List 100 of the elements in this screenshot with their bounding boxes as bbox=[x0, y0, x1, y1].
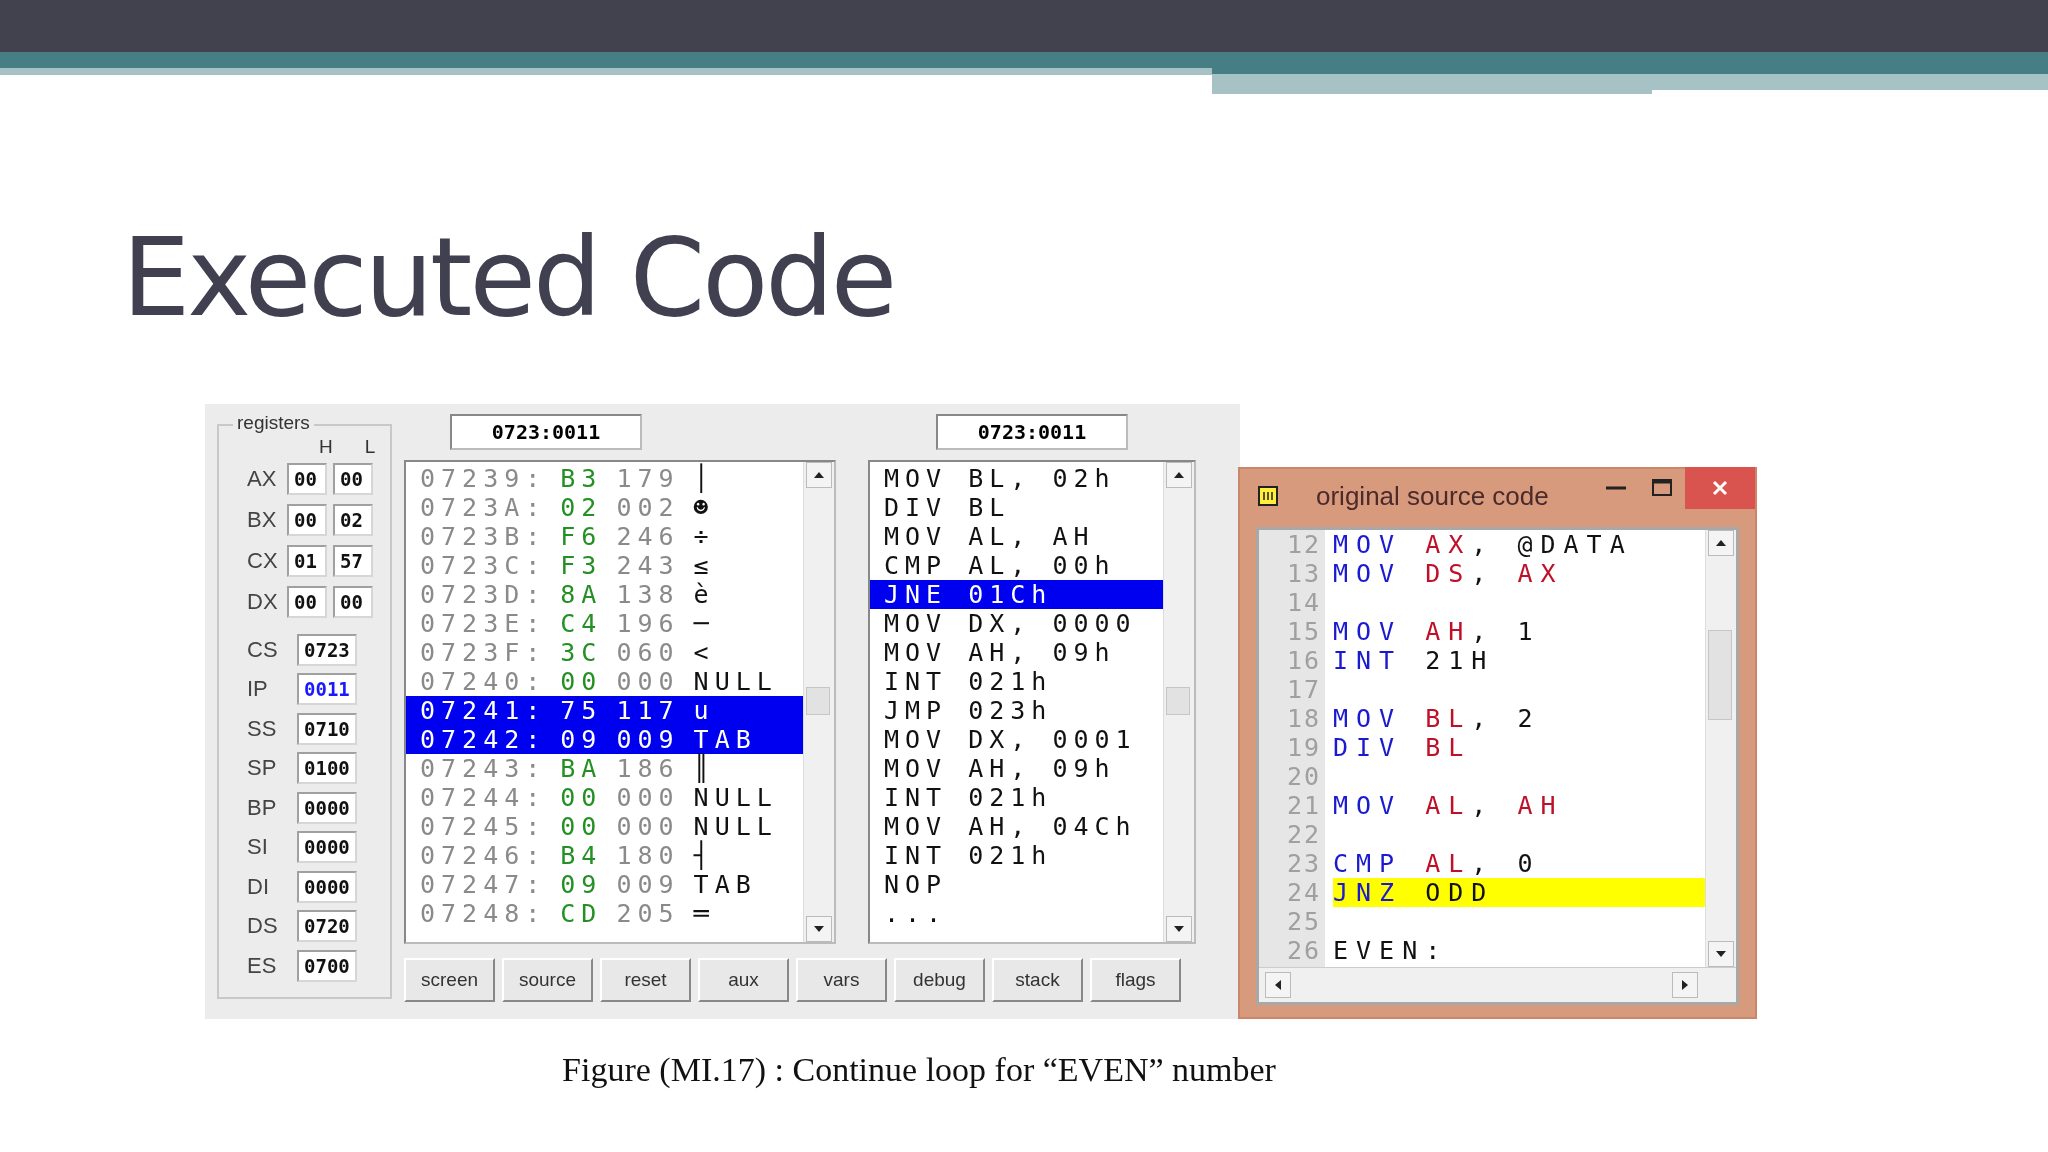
register-field[interactable]: 0000 bbox=[297, 791, 357, 824]
toolbar-button[interactable]: flags bbox=[1090, 958, 1181, 1002]
memory-address: 07247: bbox=[420, 870, 547, 899]
memory-hex: 09 bbox=[560, 725, 603, 754]
code-line: EVEN: bbox=[1333, 936, 1450, 965]
line-number: 12 bbox=[1285, 530, 1322, 559]
memory-row[interactable]: 07240: 00 000 NULL bbox=[406, 667, 803, 696]
instruction-text: MOV AH, 09h bbox=[884, 754, 1116, 783]
toolbar-button[interactable]: source bbox=[502, 958, 593, 1002]
address-field[interactable]: 0723:0011 bbox=[450, 414, 642, 450]
toolbar-button[interactable]: screen bbox=[404, 958, 495, 1002]
scroll-thumb[interactable] bbox=[1708, 630, 1732, 720]
line-number: 18 bbox=[1285, 704, 1322, 733]
toolbar-button[interactable]: vars bbox=[796, 958, 887, 1002]
toolbar-button[interactable]: stack bbox=[992, 958, 1083, 1002]
line-number: 26 bbox=[1285, 936, 1322, 965]
line-number: 24 bbox=[1285, 878, 1322, 907]
instruction-row[interactable]: INT 021h bbox=[870, 841, 1163, 870]
memory-row[interactable]: 0723A: 02 002 ☻ bbox=[406, 493, 803, 522]
memory-row[interactable]: 07247: 09 009 TAB bbox=[406, 870, 803, 899]
memory-row[interactable]: 0723B: F6 246 ÷ bbox=[406, 522, 803, 551]
register-field[interactable]: 0000 bbox=[297, 870, 357, 903]
memory-char: │ bbox=[693, 464, 715, 493]
instruction-row[interactable]: CMP AL, 00h bbox=[870, 551, 1163, 580]
register-field[interactable]: 0100 bbox=[297, 752, 357, 785]
instruction-row[interactable]: NOP bbox=[870, 870, 1163, 899]
instruction-row[interactable]: ... bbox=[870, 899, 1163, 928]
instruction-row[interactable]: JNE 01Ch bbox=[870, 580, 1163, 609]
instruction-text: INT 021h bbox=[884, 841, 1053, 870]
figure-caption: Figure (MI.17) : Continue loop for “EVEN” number bbox=[561, 1051, 1277, 1089]
register-field[interactable]: 0700 bbox=[297, 949, 357, 982]
maximize-icon bbox=[1651, 477, 1673, 499]
line-number: 25 bbox=[1285, 907, 1322, 936]
toolbar-button[interactable]: reset bbox=[600, 958, 691, 1002]
memory-decimal: 000 bbox=[616, 667, 680, 696]
register-field[interactable]: 00 bbox=[287, 503, 327, 536]
code-line: MOV DS, AX bbox=[1333, 559, 1565, 588]
memory-address: 07244: bbox=[420, 783, 547, 812]
toolbar-button[interactable]: debug bbox=[894, 958, 985, 1002]
memory-address: 07246: bbox=[420, 841, 547, 870]
register-name: BX bbox=[246, 506, 278, 533]
register-field[interactable]: 00 bbox=[287, 585, 327, 618]
instruction-text: CMP AL, 00h bbox=[884, 551, 1116, 580]
memory-row[interactable]: 07246: B4 180 ┤ bbox=[406, 841, 803, 870]
memory-hex: F6 bbox=[560, 522, 603, 551]
register-field[interactable]: 0011 bbox=[297, 673, 357, 706]
instruction-row[interactable]: INT 021h bbox=[870, 783, 1163, 812]
toolbar-button[interactable]: aux bbox=[698, 958, 789, 1002]
memory-row[interactable]: 0723E: C4 196 ─ bbox=[406, 609, 803, 638]
register-field[interactable]: 01 bbox=[287, 544, 327, 577]
memory-decimal: 179 bbox=[616, 464, 680, 493]
instruction-row[interactable]: MOV AL, AH bbox=[870, 522, 1163, 551]
memory-row[interactable]: 07244: 00 000 NULL bbox=[406, 783, 803, 812]
line-number: 20 bbox=[1285, 762, 1322, 791]
memory-row[interactable]: 07245: 00 000 NULL bbox=[406, 812, 803, 841]
instruction-row[interactable]: MOV AH, 09h bbox=[870, 638, 1163, 667]
memory-row[interactable]: 07242: 09 009 TAB bbox=[406, 725, 803, 754]
code-editor[interactable]: 12 13 14 15 16 17 18 19 20 21 22 23 24 25 26 MOV AX, @DATA MOV DS, AX MOV AH, 1 INT 21H MOV BL, 2 DIV BL MOV AL, AH CMP AL, 0 JNZ ODD EVEN: bbox=[1256, 527, 1739, 1005]
instruction-row[interactable]: INT 021h bbox=[870, 667, 1163, 696]
instruction-row[interactable]: MOV AH, 09h bbox=[870, 754, 1163, 783]
address-field[interactable]: 0723:0011 bbox=[936, 414, 1128, 450]
code-line: MOV AL, AH bbox=[1333, 791, 1565, 820]
scrollbar[interactable] bbox=[803, 462, 834, 942]
memory-row[interactable]: 07248: CD 205 ═ bbox=[406, 899, 803, 928]
memory-row[interactable]: 0723C: F3 243 ≤ bbox=[406, 551, 803, 580]
register-field[interactable]: 0720 bbox=[297, 910, 357, 943]
scrollbar[interactable] bbox=[1163, 462, 1194, 942]
memory-row[interactable]: 0723F: 3C 060 < bbox=[406, 638, 803, 667]
instruction-text: JNE 01Ch bbox=[884, 580, 1053, 609]
register-field[interactable]: 0000 bbox=[297, 831, 357, 864]
register-field[interactable]: 00 bbox=[333, 462, 373, 495]
register-field[interactable]: 00 bbox=[287, 462, 327, 495]
scrollbar[interactable] bbox=[1705, 530, 1736, 967]
register-field[interactable]: 0723 bbox=[297, 633, 357, 666]
memory-address: 0723C: bbox=[420, 551, 547, 580]
register-field[interactable]: 0710 bbox=[297, 712, 357, 745]
memory-row[interactable]: 07239: B3 179 │ bbox=[406, 464, 803, 493]
code-line: CMP AL, 0 bbox=[1333, 849, 1542, 878]
memory-decimal: 117 bbox=[616, 696, 680, 725]
register-field[interactable]: 02 bbox=[333, 503, 373, 536]
instruction-row[interactable]: MOV BL, 02h bbox=[870, 464, 1163, 493]
memory-row[interactable]: 07243: BA 186 ║ bbox=[406, 754, 803, 783]
line-number: 19 bbox=[1285, 733, 1322, 762]
memory-hex: 75 bbox=[560, 696, 603, 725]
register-name: DI bbox=[246, 873, 270, 900]
instruction-row[interactable]: JMP 023h bbox=[870, 696, 1163, 725]
memory-char: è bbox=[693, 580, 715, 609]
memory-row[interactable]: 0723D: 8A 138 è bbox=[406, 580, 803, 609]
memory-char: ═ bbox=[693, 899, 715, 928]
memory-row[interactable]: 07241: 75 117 u bbox=[406, 696, 803, 725]
register-field[interactable]: 00 bbox=[333, 585, 373, 618]
scroll-thumb[interactable] bbox=[1166, 687, 1190, 715]
memory-address: 07248: bbox=[420, 899, 547, 928]
scroll-thumb[interactable] bbox=[806, 687, 830, 715]
close-button[interactable] bbox=[1685, 467, 1755, 509]
register-field[interactable]: 57 bbox=[333, 544, 373, 577]
horizontal-scrollbar[interactable] bbox=[1259, 967, 1736, 1002]
memory-char: TAB bbox=[693, 870, 757, 899]
memory-decimal: 000 bbox=[616, 783, 680, 812]
instruction-row[interactable]: DIV BL bbox=[870, 493, 1163, 522]
